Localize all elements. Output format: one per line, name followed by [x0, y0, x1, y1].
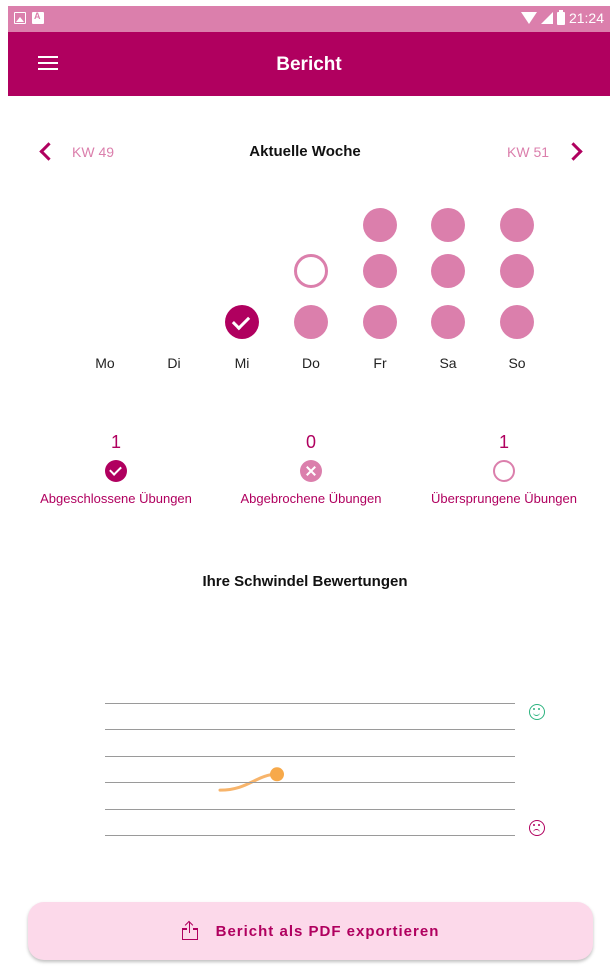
exercise-planned-dot[interactable] — [431, 305, 465, 339]
exercise-completed-icon[interactable] — [225, 305, 259, 339]
day-label-mo: Mo — [95, 355, 115, 371]
exercise-planned-dot[interactable] — [363, 305, 397, 339]
sad-face-icon — [529, 820, 545, 836]
a-icon — [32, 11, 44, 24]
wifi-icon — [520, 12, 537, 24]
page-title: Bericht — [276, 54, 342, 75]
next-week-link[interactable]: KW 51 — [507, 144, 549, 160]
day-label-mi: Mi — [234, 355, 250, 371]
export-pdf-label: Bericht als PDF exportieren — [215, 922, 440, 940]
happy-face-icon — [529, 704, 545, 720]
stat-count: 1 — [110, 432, 121, 452]
exercise-planned-dot[interactable] — [363, 208, 397, 242]
stat-count: 0 — [305, 432, 316, 452]
exercise-planned-dot[interactable] — [431, 208, 465, 242]
stat-count: 1 — [498, 432, 509, 452]
chart-grid-line — [105, 835, 515, 836]
chevron-right-icon[interactable] — [564, 140, 588, 164]
app-bar: Bericht — [8, 32, 610, 96]
chart-grid-line — [105, 729, 515, 731]
day-label-so: So — [508, 355, 526, 371]
stat-item: 0 Abgebrochene Übungen — [211, 432, 411, 506]
gallery-icon — [14, 12, 26, 24]
status-time: 21:24 — [568, 10, 604, 26]
exercise-skipped-icon[interactable] — [294, 254, 328, 288]
exercise-planned-dot[interactable] — [294, 305, 328, 339]
empty-circle-icon — [493, 460, 515, 482]
stat-label: Abgeschlossene Übungen — [40, 491, 192, 506]
day-label-sa: Sa — [439, 355, 457, 371]
day-label-di: Di — [167, 355, 181, 371]
exercise-planned-dot[interactable] — [500, 305, 534, 339]
week-navigation: KW 49 Aktuelle Woche KW 51 — [0, 140, 610, 164]
status-bar: 21:24 — [8, 6, 610, 32]
day-label-fr: Fr — [373, 355, 387, 371]
exercise-planned-dot[interactable] — [431, 254, 465, 288]
check-circle-icon — [105, 460, 127, 482]
day-label-do: Do — [302, 355, 320, 371]
stat-label: Übersprungene Übungen — [431, 491, 577, 506]
ratings-title: Ihre Schwindel Bewertungen — [202, 573, 408, 590]
chart-grid-line — [105, 703, 515, 704]
rating-point — [270, 767, 284, 782]
exercise-planned-dot[interactable] — [363, 254, 397, 288]
signal-icon — [540, 12, 553, 24]
chart-grid-line — [105, 782, 515, 784]
exercise-planned-dot[interactable] — [500, 254, 534, 288]
chart-grid-line — [105, 755, 515, 757]
chart-grid-line — [105, 808, 515, 810]
share-icon — [181, 922, 198, 940]
export-pdf-button[interactable]: Bericht als PDF exportieren — [28, 902, 593, 960]
exercise-planned-dot[interactable] — [500, 208, 534, 242]
stat-item: 1 Abgeschlossene Übungen — [16, 432, 216, 506]
cancel-circle-icon — [300, 460, 322, 482]
stat-label: Abgebrochene Übungen — [240, 491, 382, 506]
battery-icon — [556, 9, 565, 25]
stat-item: 1 Übersprungene Übungen — [404, 432, 604, 506]
